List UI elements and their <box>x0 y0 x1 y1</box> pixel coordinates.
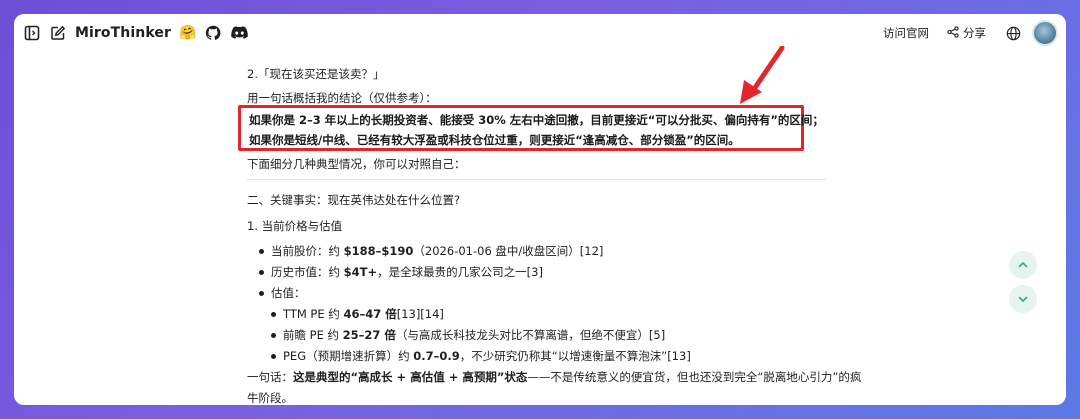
sidebar-toggle-icon[interactable] <box>23 24 41 42</box>
ttm-pe-label: TTM PE 约 <box>283 307 344 321</box>
conclusion-label: 一句话： <box>247 370 293 384</box>
share-label: 分享 <box>963 26 986 40</box>
list-item: PEG（预期增速折算）约 0.7–0.9，不少研究仍称其“以增速衡量不算泡沫”[… <box>271 346 691 367</box>
highlight-box: 如果你是 2–3 年以上的长期投资者、能接受 30% 左右中途回撤，目前更接近“… <box>238 105 824 151</box>
forward-pe-note: （与高成长科技龙头对比不算离谱，但绝不便宜）[5] <box>395 328 666 342</box>
list-item: 历史市值：约 $4T+，是全球最贵的几家公司之一[3] <box>259 262 603 283</box>
scroll-down-button[interactable] <box>1009 285 1037 313</box>
list-item: 前瞻 PE 约 25–27 倍（与高成长科技龙头对比不算离谱，但绝不便宜）[5] <box>271 325 691 346</box>
mcap-note: ，是全球最贵的几家公司之一[3] <box>377 265 543 279</box>
cases-intro: 下面细分几种典型情况，你可以对照自己： <box>247 157 466 171</box>
section-divider <box>247 179 827 180</box>
mcap-value: $4T+ <box>343 265 378 279</box>
ttm-pe-note: [13][14] <box>396 307 444 321</box>
highlight-line-1: 如果你是 2–3 年以上的长期投资者、能接受 30% 左右中途回撤，目前更接近“… <box>249 113 824 127</box>
conclusion-emphasis: 这是典型的“高成长 + 高估值 + 高预期”状态 <box>293 370 528 384</box>
edit-icon[interactable] <box>49 24 67 42</box>
peg-note: ，不少研究仍称其“以增速衡量不算泡沫”[13] <box>459 349 691 363</box>
peg-label: PEG（预期增速折算）约 <box>283 349 414 363</box>
scroll-up-button[interactable] <box>1009 251 1037 279</box>
github-icon[interactable] <box>204 24 222 42</box>
valuation-label: 估值： <box>271 286 306 300</box>
globe-icon[interactable] <box>1004 24 1022 42</box>
hugging-face-icon[interactable]: 🤗 <box>179 25 196 41</box>
list-item: 估值： <box>259 283 603 304</box>
share-icon <box>947 25 959 41</box>
price-value: $188–$190 <box>343 244 414 258</box>
top-bar-right: 访问官网 分享 <box>883 20 1058 46</box>
price-label: 当前股价：约 <box>271 244 344 258</box>
visit-site-link[interactable]: 访问官网 <box>883 25 929 41</box>
mcap-label: 历史市值：约 <box>271 265 344 279</box>
list-item: TTM PE 约 46–47 倍[13][14] <box>271 304 691 325</box>
brand-name[interactable]: MiroThinker <box>75 25 171 41</box>
peg-value: 0.7–0.9 <box>413 349 460 363</box>
app-window: MiroThinker 🤗 访问官网 分享 2.「现在该买还是该卖？」 用一句话… <box>14 14 1066 405</box>
question-heading: 2.「现在该买还是该卖？」 <box>247 67 385 81</box>
discord-icon[interactable] <box>230 24 248 42</box>
conclusion-line: 一句话：这是典型的“高成长 + 高估值 + 高预期”状态——不是传统意义的便宜货… <box>247 367 861 388</box>
valuation-sublist: TTM PE 约 46–47 倍[13][14] 前瞻 PE 约 25–27 倍… <box>271 304 691 367</box>
section-2-heading: 二、关键事实：现在英伟达处在什么位置? <box>247 193 461 207</box>
chevron-up-icon <box>1017 256 1029 275</box>
user-avatar[interactable] <box>1032 20 1058 46</box>
forward-pe-value: 25–27 倍 <box>342 328 396 342</box>
ttm-pe-value: 46–47 倍 <box>343 307 397 321</box>
chevron-down-icon <box>1017 290 1029 309</box>
conclusion-line-2: 牛阶段。 <box>247 391 293 405</box>
price-note: （2026-01-06 盘中/收盘区间）[12] <box>413 244 604 258</box>
forward-pe-label: 前瞻 PE 约 <box>283 328 343 342</box>
list-item: 当前股价：约 $188–$190（2026-01-06 盘中/收盘区间）[12] <box>259 241 603 262</box>
annotation-arrow-icon <box>740 46 785 104</box>
highlight-line-2: 如果你是短线/中线、已经有较大浮盈或科技仓位过重，则更接近“逢高减仓、部分锁盈”… <box>249 133 740 147</box>
share-button[interactable]: 分享 <box>947 25 986 41</box>
facts-list: 当前股价：约 $188–$190（2026-01-06 盘中/收盘区间）[12]… <box>259 241 603 304</box>
subsection-1-heading: 1. 当前价格与估值 <box>247 219 343 233</box>
conclusion-text: ——不是传统意义的便宜货，但也还没到完全“脱离地心引力”的疯 <box>527 370 862 384</box>
top-bar-left: MiroThinker 🤗 <box>23 24 248 42</box>
